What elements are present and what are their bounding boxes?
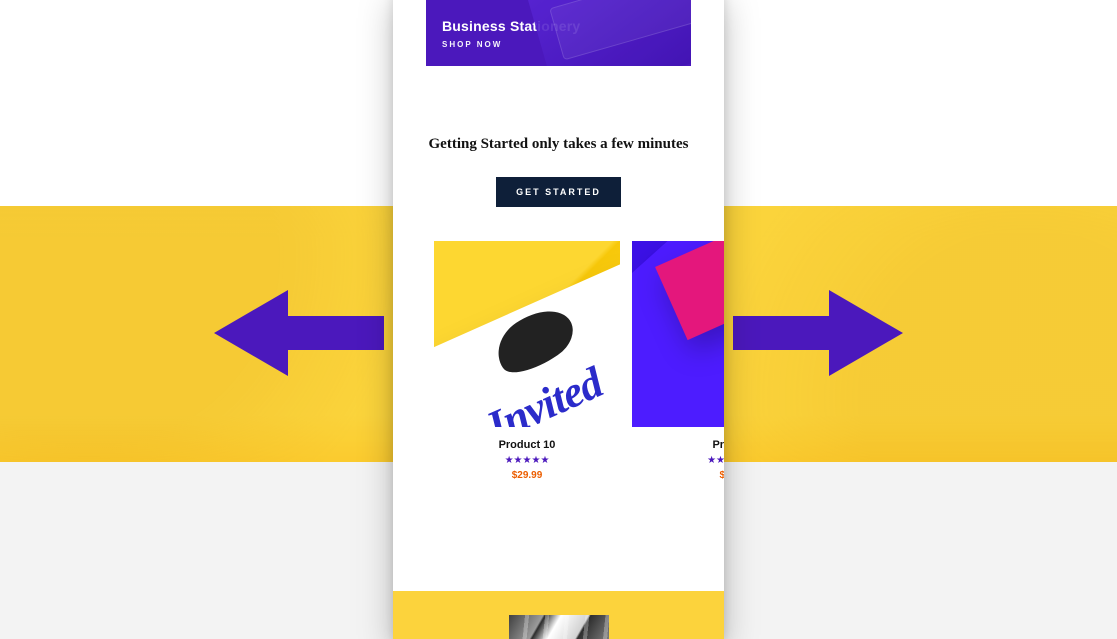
- arrow-right-icon: [733, 290, 903, 376]
- product-name[interactable]: Product 10: [434, 439, 620, 451]
- product-price: $2: [632, 470, 724, 481]
- product-rating: ★★★★: [632, 455, 724, 466]
- promo-banner-cta[interactable]: SHOP NOW: [442, 40, 675, 49]
- arrow-left-icon: [214, 290, 384, 376]
- product-rating: ★★★★★: [434, 455, 620, 466]
- product-image[interactable]: e Invited: [434, 241, 620, 427]
- cta-section: Getting Started only takes a few minutes…: [393, 88, 724, 241]
- product-image[interactable]: [632, 241, 724, 427]
- product-image-art: e Invited: [434, 260, 620, 427]
- promo-banner-art: [524, 0, 691, 66]
- product-price: $29.99: [434, 470, 620, 481]
- promo-banner[interactable]: Business Stationery SHOP NOW: [426, 0, 691, 66]
- product-card[interactable]: Prod ★★★★ $2: [632, 241, 724, 481]
- products-carousel[interactable]: e Invited Product 10 ★★★★★ $29.99 Prod ★…: [393, 241, 724, 481]
- product-card[interactable]: e Invited Product 10 ★★★★★ $29.99: [434, 241, 620, 481]
- product-name[interactable]: Prod: [632, 439, 724, 451]
- mobile-preview-frame: Business Stationery SHOP NOW Getting Sta…: [393, 0, 724, 639]
- footer-thumbnail[interactable]: [509, 615, 609, 639]
- footer-yellow-section: [393, 591, 724, 639]
- get-started-button[interactable]: GET STARTED: [496, 177, 621, 207]
- mobile-preview-viewport[interactable]: Business Stationery SHOP NOW Getting Sta…: [393, 0, 724, 639]
- cta-headline: Getting Started only takes a few minutes: [417, 136, 700, 153]
